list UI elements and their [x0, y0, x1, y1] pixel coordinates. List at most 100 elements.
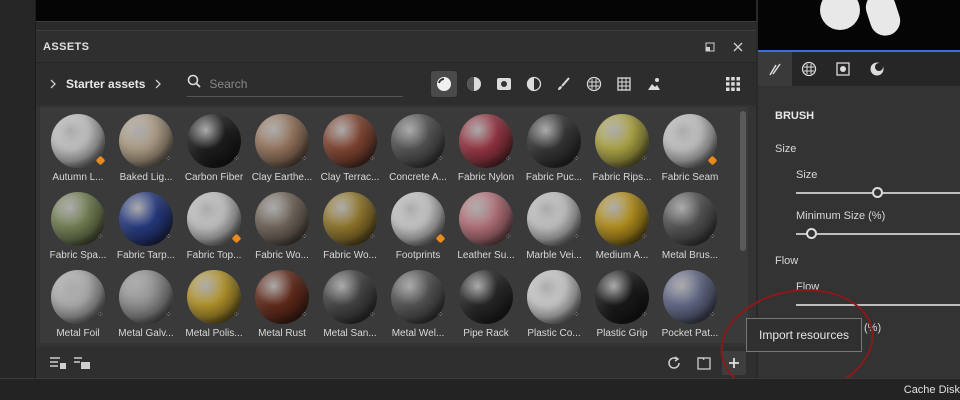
asset-label: Medium A... [595, 250, 649, 261]
asset-label: Clay Terrac... [320, 172, 380, 183]
tab-brush[interactable] [758, 52, 792, 86]
asset-label: Metal Rust [258, 328, 306, 339]
dots-icon: ⁘ [233, 154, 240, 163]
chevron-right-icon[interactable] [46, 77, 60, 91]
asset-tile[interactable]: ⁘ Metal Polis... [180, 265, 248, 343]
dots-icon: ⁘ [573, 310, 580, 319]
search-input[interactable] [209, 76, 390, 91]
material-filter-icon[interactable] [431, 71, 458, 97]
assets-header: ASSETS [36, 31, 756, 63]
new-folder-icon[interactable] [692, 351, 716, 375]
asset-tile[interactable]: ⁘ Pocket Pat... [656, 265, 724, 343]
asset-tile[interactable]: ⁘ Medium A... [588, 187, 656, 265]
chevron-right-icon[interactable] [151, 77, 165, 91]
status-bar: Cache Disk [0, 378, 960, 400]
asset-tile[interactable]: ⁘ Plastic Co... [520, 265, 588, 343]
asset-tile[interactable]: ⁘ Metal Rust [248, 265, 316, 343]
asset-tile[interactable]: ⁘ Fabric Puc... [520, 109, 588, 187]
dots-icon: ⁘ [437, 154, 444, 163]
assets-toolbar: Starter assets [36, 63, 756, 105]
asset-label: Metal Wel... [391, 328, 445, 339]
min-size-slider-knob[interactable] [806, 228, 818, 239]
asset-tile[interactable]: ⁘ Fabric Rips... [588, 109, 656, 187]
properties-tabs [758, 50, 960, 86]
dots-icon: ⁘ [233, 310, 240, 319]
asset-tile[interactable]: ⁘ Concrete A... [384, 109, 452, 187]
asset-tile[interactable]: Fabric Top... [180, 187, 248, 265]
asset-tile[interactable]: ⁘ Baked Lig... [112, 109, 180, 187]
asset-tile[interactable]: ⁘ Metal Foil [44, 265, 112, 343]
asset-tile[interactable]: ⁘ Fabric Nylon [452, 109, 520, 187]
asset-label: Footprints [395, 250, 441, 261]
asset-tile[interactable]: ⁘ Clay Terrac... [316, 109, 384, 187]
asset-label: Baked Lig... [119, 172, 173, 183]
breadcrumb[interactable]: Starter assets [66, 77, 145, 91]
dots-icon: ⁘ [641, 232, 648, 241]
asset-tile[interactable]: ⁘ Metal Galv... [112, 265, 180, 343]
brush-icon[interactable] [551, 71, 577, 97]
dots-icon: ⁘ [165, 310, 172, 319]
asset-tile[interactable]: ⁘ Carbon Fiber [180, 109, 248, 187]
asset-tile[interactable]: ⁘ Marble Vei... [520, 187, 588, 265]
badge-icon [707, 155, 718, 166]
tab-stencil[interactable] [826, 52, 860, 86]
asset-tile[interactable]: ⁘ Fabric Wo... [248, 187, 316, 265]
asset-tile[interactable]: ⁘ Metal Wel... [384, 265, 452, 343]
tab-alpha[interactable] [792, 52, 826, 86]
asset-label: Fabric Wo... [255, 250, 309, 261]
asset-tile[interactable]: Footprints [384, 187, 452, 265]
texture-grid-icon[interactable] [611, 71, 637, 97]
badge-icon [95, 155, 106, 166]
grid-view-icon[interactable] [720, 71, 746, 97]
flow-section-label: Flow [775, 255, 799, 267]
dots-icon: ⁘ [97, 232, 104, 241]
asset-tile[interactable]: ⁘ Plastic Grip [588, 265, 656, 343]
undock-icon[interactable] [699, 36, 721, 58]
folder-list-icon[interactable] [70, 351, 94, 375]
dots-icon: ⁘ [641, 154, 648, 163]
asset-tile[interactable]: Pipe Rack [452, 265, 520, 343]
asset-label: Fabric Spa... [49, 250, 107, 261]
min-size-slider[interactable] [796, 233, 960, 235]
mask-filter-icon[interactable] [491, 71, 517, 97]
environment-icon[interactable] [641, 71, 667, 97]
asset-tile[interactable]: ⁘ Metal San... [316, 265, 384, 343]
asset-label: Metal Galv... [118, 328, 174, 339]
filter-bar [431, 71, 671, 97]
asset-tile[interactable]: ⁘ Fabric Wo... [316, 187, 384, 265]
list-settings-icon[interactable] [46, 351, 70, 375]
tab-material[interactable] [860, 52, 894, 86]
dots-icon: ⁘ [301, 232, 308, 241]
dots-icon: ⁘ [641, 310, 648, 319]
asset-tile[interactable]: ⁘ Fabric Tarp... [112, 187, 180, 265]
asset-label: Fabric Wo... [323, 250, 377, 261]
dots-icon: ⁘ [437, 310, 444, 319]
asset-label: Autumn L... [52, 172, 104, 183]
size-label: Size [796, 169, 818, 181]
material-thumbnail [459, 270, 513, 324]
asset-tile[interactable]: ⁘ Fabric Spa... [44, 187, 112, 265]
smart-material-filter-icon[interactable] [461, 71, 487, 97]
filter-icon[interactable] [521, 71, 547, 97]
assets-footer [36, 347, 756, 379]
refresh-icon[interactable] [662, 351, 686, 375]
asset-label: Metal San... [323, 328, 377, 339]
scrollbar[interactable] [740, 111, 746, 251]
size-slider-knob[interactable] [872, 187, 883, 198]
asset-tile[interactable]: ⁘ Leather Su... [452, 187, 520, 265]
asset-label: Carbon Fiber [184, 172, 244, 183]
asset-label: Metal Brus... [661, 250, 719, 261]
alpha-icon[interactable] [581, 71, 607, 97]
viewport[interactable] [36, 0, 756, 22]
search-field[interactable] [187, 71, 404, 97]
close-icon[interactable] [727, 36, 749, 58]
asset-tile[interactable]: ⁘ Clay Earthe... [248, 109, 316, 187]
assets-grid-area: Autumn L... ⁘ Baked Lig... ⁘ Carbon Fiber ⁘ Cl… [40, 107, 748, 343]
dots-icon: ⁘ [165, 232, 172, 241]
dots-icon: ⁘ [709, 310, 716, 319]
asset-tile[interactable]: Autumn L... [44, 109, 112, 187]
asset-tile[interactable]: Fabric Seam [656, 109, 724, 187]
app-window: ASSETS Starter assets Search Autumn L...… [0, 0, 960, 400]
asset-tile[interactable]: ⁘ Metal Brus... [656, 187, 724, 265]
cache-disk-status: Cache Disk [903, 384, 960, 396]
